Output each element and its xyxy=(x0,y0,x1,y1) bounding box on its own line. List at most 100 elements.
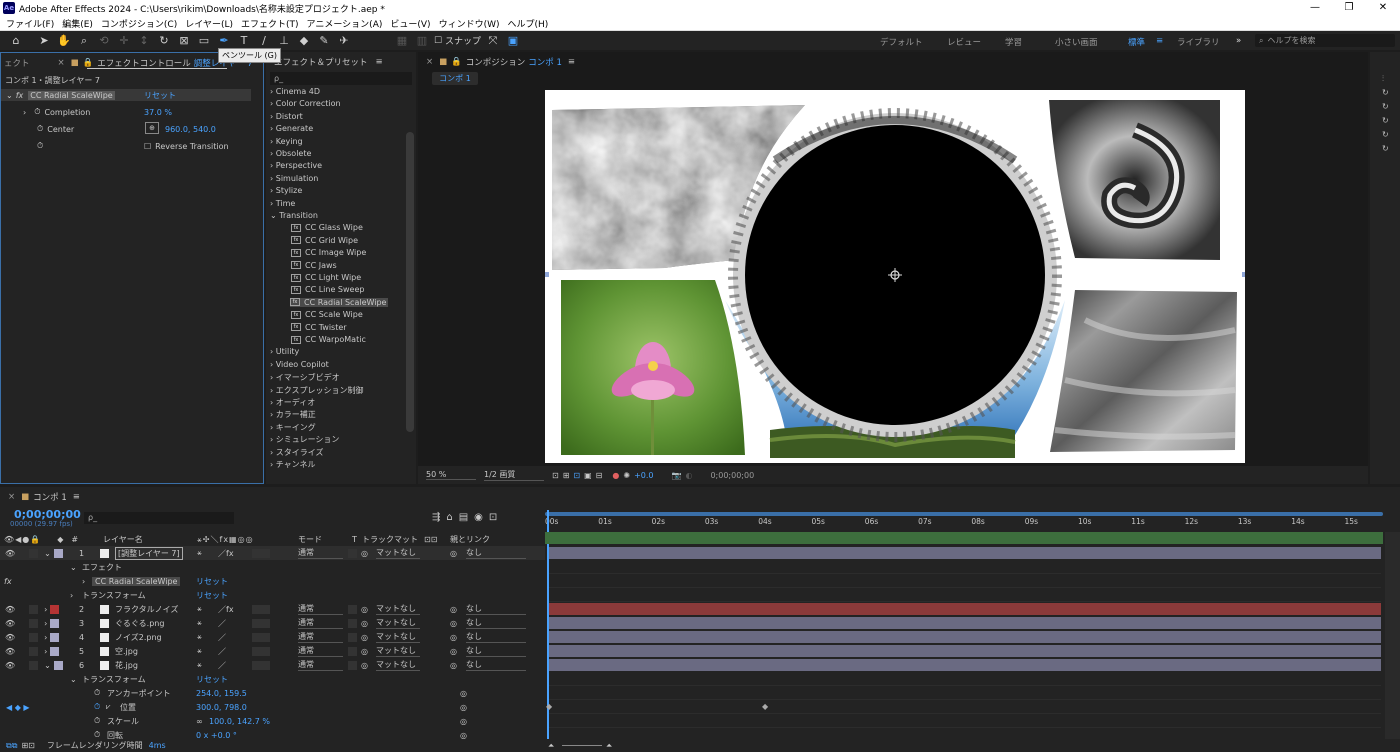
zoom-dropdown[interactable]: 50 % xyxy=(426,470,476,480)
parent-dropdown[interactable]: なし xyxy=(466,603,526,615)
expand-chevron-icon[interactable]: › xyxy=(70,591,73,600)
stopwatch-icon[interactable]: ⏱ xyxy=(37,140,43,152)
effect-category[interactable]: › シミュレーション xyxy=(270,434,339,445)
zoom-in-icon[interactable]: ⏶ xyxy=(606,741,612,751)
layer-row[interactable]: 👁 ⌄ 6 花.jpg ⚹ ／ 通常 ◎ マットなし ◎ なし xyxy=(0,658,545,672)
transition-effect-item[interactable]: fx CC Twister xyxy=(291,323,347,332)
workspace-libraries[interactable]: ライブラリ xyxy=(1177,36,1220,48)
mode-header[interactable]: モード xyxy=(298,534,322,545)
transform-reset-link[interactable]: リセット xyxy=(196,590,228,601)
transition-effect-item[interactable]: fx CC Light Wipe xyxy=(291,273,361,282)
transition-effect-item[interactable]: fx CC Jaws xyxy=(291,261,337,270)
fx-icon[interactable]: fx xyxy=(16,91,24,100)
stopwatch-icon[interactable]: ⏱ xyxy=(94,716,100,726)
panel-menu-icon[interactable]: ≡ xyxy=(376,57,383,67)
eye-icon[interactable]: 👁 xyxy=(5,661,15,670)
shy-switch-icon[interactable]: ⚹ xyxy=(197,604,202,614)
pan-behind-tool-icon[interactable]: ⊠ xyxy=(176,33,192,49)
stopwatch-icon[interactable]: ⏱ xyxy=(94,702,100,712)
effect-category[interactable]: › Video Copilot xyxy=(270,360,329,369)
layer-duration-bar[interactable] xyxy=(549,631,1381,643)
workspace-default[interactable]: デフォルト xyxy=(880,36,923,48)
time-ruler[interactable]: 00s 01s 02s 03s 04s 05s 06s 07s 08s 09s 10s 11s 12s 1… xyxy=(545,510,1385,532)
layer-row[interactable]: 👁 › 2 フラクタルノイズ ⚹ ／fx 通常 ◎ マットなし ◎ なし xyxy=(0,602,545,616)
expand-chevron-icon[interactable]: ⌄ xyxy=(44,661,51,670)
shy-switch-icon[interactable]: ⚹ xyxy=(197,548,202,558)
orbit-tool-icon[interactable]: ⟲ xyxy=(96,33,112,49)
track-matte-header[interactable]: トラックマット xyxy=(362,534,418,545)
layer-handle-right[interactable] xyxy=(1242,272,1245,277)
effects-presets-tab[interactable]: エフェクト＆プリセット xyxy=(274,56,368,68)
mode-dropdown[interactable]: 通常 xyxy=(298,547,343,559)
timeline-search-input[interactable]: ρ_ xyxy=(84,512,234,524)
composition-tab-name[interactable]: コンポ 1 xyxy=(528,56,562,68)
menu-effect[interactable]: エフェクト(T) xyxy=(241,17,299,30)
pen-tool-icon[interactable]: ✒ xyxy=(216,33,232,49)
transform-reset-link[interactable]: リセット xyxy=(196,674,228,685)
workspace-review[interactable]: レビュー xyxy=(947,36,981,48)
effect-category[interactable]: › Cinema 4D xyxy=(270,87,320,96)
timeline-effect-name[interactable]: CC Radial ScaleWipe xyxy=(92,576,181,586)
layer-name[interactable]: ノイズ2.png xyxy=(115,632,162,643)
rectangle-tool-icon[interactable]: ▭ xyxy=(196,33,212,49)
effect-category[interactable]: › オーディオ xyxy=(270,397,315,408)
zoom-tool-icon[interactable]: ⌕ xyxy=(76,33,92,49)
puppet-tool-icon[interactable]: ✈ xyxy=(336,33,352,49)
effect-category[interactable]: › Time xyxy=(270,199,295,208)
transition-effect-item[interactable]: fx CC WarpoMatic xyxy=(291,335,366,344)
workspace-menu-icon[interactable]: ≡ xyxy=(1156,36,1163,46)
track-matte-dropdown[interactable]: マットなし xyxy=(376,645,420,657)
parent-dropdown[interactable]: なし xyxy=(466,547,526,559)
help-search[interactable]: ⌕ ヘルプを検索 xyxy=(1255,34,1395,47)
workspace-learn[interactable]: 学習 xyxy=(1005,36,1022,48)
layer-row[interactable]: 👁 › 4 ノイズ2.png ⚹ ／ 通常 ◎ マットなし ◎ なし xyxy=(0,630,545,644)
label-color-swatch[interactable] xyxy=(50,646,60,656)
layer-name[interactable]: [調整レイヤー 7] xyxy=(115,546,183,560)
timeline-scrollbar[interactable] xyxy=(1385,532,1400,742)
playhead[interactable] xyxy=(547,510,549,750)
label-color-swatch[interactable] xyxy=(53,548,63,558)
panel-menu-icon[interactable]: ≡ xyxy=(73,492,80,502)
expand-chevron-icon[interactable]: ⌄ xyxy=(70,563,77,572)
effect-reset-link[interactable]: リセット xyxy=(144,90,176,101)
home-icon[interactable]: ⌂ xyxy=(8,33,24,49)
quality-switch-icon[interactable]: ／ xyxy=(218,632,226,643)
effects-search-input[interactable]: ρ_ xyxy=(270,72,412,85)
distribute-icon[interactable]: ▥ xyxy=(414,33,430,49)
parent-pickwhip-icon[interactable]: ◎ xyxy=(450,619,457,628)
expand-chevron-icon[interactable]: › xyxy=(44,633,47,642)
matte-link-icon[interactable]: ◎ xyxy=(361,605,368,614)
parent-pickwhip-icon[interactable]: ◎ xyxy=(450,549,457,558)
close-button[interactable]: ✕ xyxy=(1366,0,1400,16)
eye-icon[interactable]: 👁 xyxy=(5,605,15,614)
effect-category[interactable]: › Utility xyxy=(270,347,299,356)
matte-link-icon[interactable]: ◎ xyxy=(361,549,368,558)
label-color-swatch[interactable] xyxy=(50,604,60,614)
shy-switch-icon[interactable]: ⚹ xyxy=(197,660,202,670)
parent-pickwhip-icon[interactable]: ◎ xyxy=(450,647,457,656)
effect-reset-link[interactable]: リセット xyxy=(196,576,228,587)
layer-name[interactable]: 花.jpg xyxy=(115,660,138,671)
effect-category[interactable]: › Color Correction xyxy=(270,99,341,108)
color-management-icon[interactable]: ✺ xyxy=(623,471,630,480)
layer-name[interactable]: フラクタルノイズ xyxy=(115,604,178,615)
track-matte-dropdown[interactable]: マットなし xyxy=(376,659,420,671)
mode-dropdown[interactable]: 通常 xyxy=(298,631,343,643)
transition-effect-item[interactable]: fx CC Image Wipe xyxy=(291,248,366,257)
help-search-input[interactable]: ヘルプを検索 xyxy=(1267,35,1315,46)
exposure-value[interactable]: +0.0 xyxy=(634,471,653,480)
quality-switch-icon[interactable]: ／ xyxy=(218,618,226,629)
snapshot-icon[interactable]: 📷 xyxy=(672,471,682,480)
fx-icon[interactable]: fx xyxy=(4,577,12,586)
center-value[interactable]: 960.0, 540.0 xyxy=(165,123,216,135)
effect-category[interactable]: › Simulation xyxy=(270,174,318,183)
expand-chevron-icon[interactable]: › xyxy=(23,108,26,117)
layer-duration-bar[interactable] xyxy=(549,617,1381,629)
expand-chevron-icon[interactable]: › xyxy=(44,605,47,614)
menu-file[interactable]: ファイル(F) xyxy=(6,17,54,30)
effects-scrollbar[interactable] xyxy=(406,132,414,432)
menu-edit[interactable]: 編集(E) xyxy=(62,17,93,30)
clone-stamp-tool-icon[interactable]: ⊥ xyxy=(276,33,292,49)
parent-dropdown[interactable]: なし xyxy=(466,631,526,643)
panel-menu-icon[interactable]: ≡ xyxy=(568,57,575,67)
